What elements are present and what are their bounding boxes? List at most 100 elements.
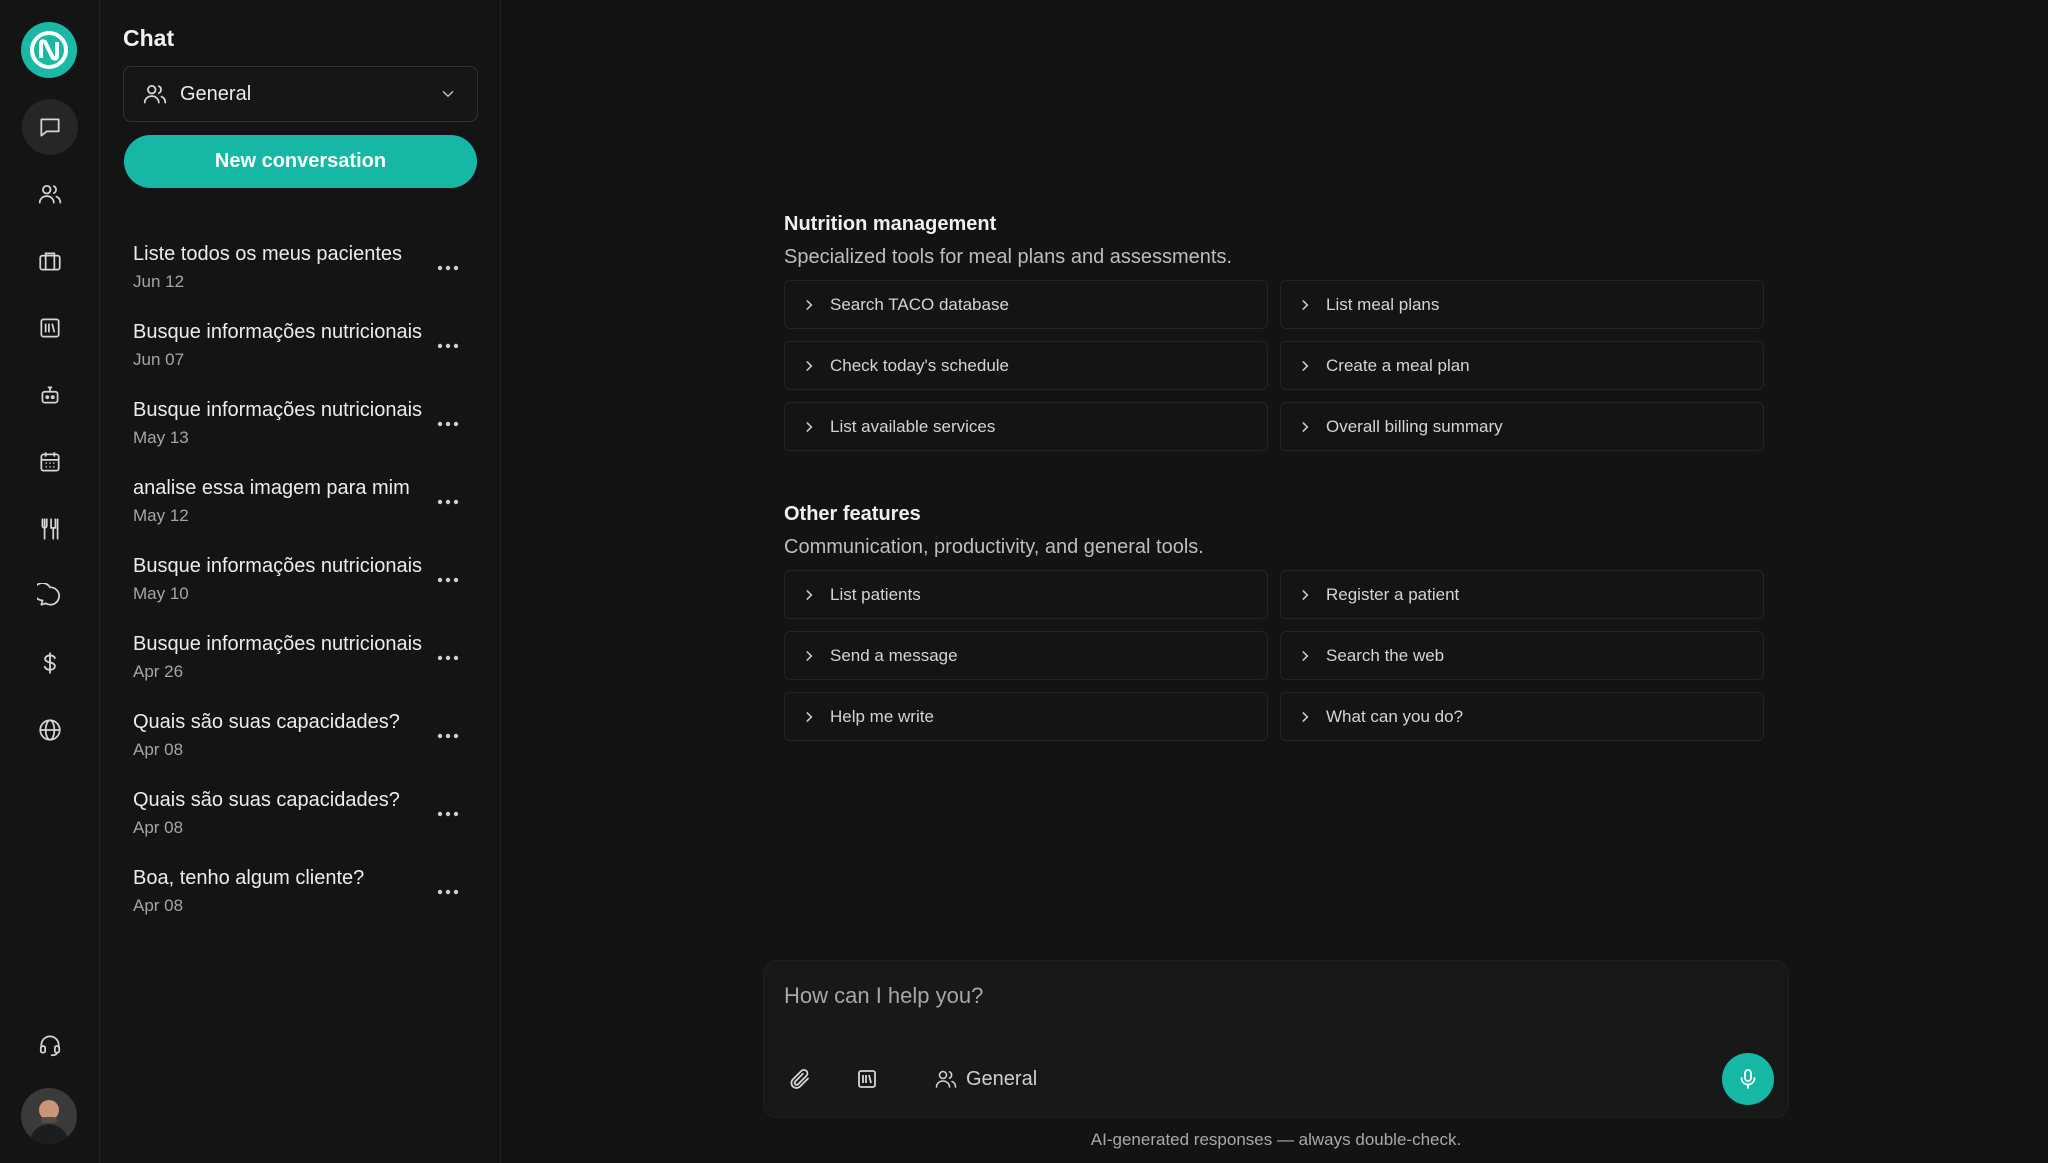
rail-web-button[interactable] bbox=[22, 702, 78, 758]
conversation-date: Apr 08 bbox=[133, 896, 184, 915]
suggestion-label: Create a meal plan bbox=[1326, 355, 1470, 375]
app-logo-icon[interactable] bbox=[21, 22, 77, 78]
ai-disclaimer: AI-generated responses — always double-c… bbox=[1090, 1130, 1462, 1149]
rail-utensils-button[interactable] bbox=[22, 501, 78, 557]
rail-billing-button[interactable] bbox=[22, 635, 78, 691]
suggestion-card[interactable]: Overall billing summary bbox=[1280, 402, 1764, 451]
suggestion-label: Send a message bbox=[830, 645, 958, 665]
globe-icon bbox=[39, 719, 61, 741]
conversation-item[interactable]: Busque informações nutricionais Apr 26 bbox=[123, 624, 478, 702]
suggestion-card[interactable]: Check today's schedule bbox=[784, 341, 1268, 390]
composer-group-selector[interactable]: General bbox=[934, 1059, 1037, 1099]
chevron-right-icon bbox=[806, 299, 813, 310]
conversation-more-button[interactable] bbox=[430, 796, 466, 832]
users-icon bbox=[143, 85, 167, 104]
conversation-more-button[interactable] bbox=[430, 406, 466, 442]
composer-group-label: General bbox=[966, 1067, 1038, 1090]
conversation-title: Liste todos os meus pacientes bbox=[133, 243, 403, 265]
attach-button[interactable] bbox=[780, 1059, 820, 1099]
suggestion-card[interactable]: Register a patient bbox=[1280, 570, 1764, 619]
suggestion-card[interactable]: Create a meal plan bbox=[1280, 341, 1764, 390]
conversation-item[interactable]: analise essa imagem para mim May 12 bbox=[123, 468, 478, 546]
voice-input-button[interactable] bbox=[1722, 1053, 1774, 1105]
user-avatar[interactable] bbox=[21, 1088, 77, 1144]
rail-support-button[interactable] bbox=[22, 1017, 78, 1073]
dollar-icon bbox=[43, 652, 56, 674]
rail-robot-button[interactable] bbox=[22, 367, 78, 423]
chevron-right-icon bbox=[806, 421, 813, 432]
suggestion-label: Search the web bbox=[1326, 645, 1445, 665]
chat-icon bbox=[40, 118, 60, 137]
suggestion-card[interactable]: Send a message bbox=[784, 631, 1268, 680]
conversation-more-button[interactable] bbox=[430, 640, 466, 676]
conversation-more-button[interactable] bbox=[430, 484, 466, 520]
utensils-icon bbox=[41, 518, 59, 540]
suggestion-card[interactable]: List available services bbox=[784, 402, 1268, 451]
more-horizontal-icon bbox=[437, 421, 459, 427]
new-conversation-button[interactable]: New conversation bbox=[124, 135, 477, 188]
suggestion-label: Check today's schedule bbox=[830, 355, 1010, 375]
conversation-item[interactable]: Busque informações nutricionais May 13 bbox=[123, 390, 478, 468]
conversation-date: Jun 12 bbox=[133, 272, 185, 291]
message-input[interactable] bbox=[784, 983, 1764, 1009]
rail-library-button[interactable] bbox=[22, 300, 78, 356]
conversation-more-button[interactable] bbox=[430, 328, 466, 364]
group-select[interactable]: General bbox=[123, 66, 478, 122]
rail-briefcase-button[interactable] bbox=[22, 233, 78, 289]
suggestion-label: What can you do? bbox=[1326, 706, 1464, 726]
chevron-right-icon bbox=[1302, 589, 1309, 600]
suggestion-grid: Search TACO database List meal plans Che… bbox=[784, 280, 1768, 451]
rail-chat-button[interactable] bbox=[22, 99, 78, 155]
conversation-title: Quais são suas capacidades? bbox=[133, 789, 400, 811]
conversation-date: Jun 07 bbox=[133, 350, 185, 369]
conversation-more-button[interactable] bbox=[430, 250, 466, 286]
chevron-right-icon bbox=[806, 360, 813, 371]
suggestion-label: Overall billing summary bbox=[1326, 416, 1503, 436]
conversation-item[interactable]: Busque informações nutricionais Jun 07 bbox=[123, 312, 478, 390]
more-horizontal-icon bbox=[437, 889, 459, 895]
chevron-right-icon bbox=[806, 589, 813, 600]
chevron-right-icon bbox=[1302, 650, 1309, 661]
app-window: Chat General New conversation Liste todo… bbox=[0, 0, 2048, 1163]
more-horizontal-icon bbox=[437, 577, 459, 583]
more-horizontal-icon bbox=[437, 733, 459, 739]
conversation-item[interactable]: Quais são suas capacidades? Apr 08 bbox=[123, 702, 478, 780]
conversation-title: Busque informações nutricionais bbox=[133, 321, 423, 343]
suggestion-card[interactable]: List patients bbox=[784, 570, 1268, 619]
suggestion-card[interactable]: Help me write bbox=[784, 692, 1268, 741]
library-button[interactable] bbox=[847, 1059, 887, 1099]
suggestion-label: Register a patient bbox=[1326, 584, 1460, 604]
nutrition-section: Nutrition management Specialized tools f… bbox=[784, 213, 1768, 451]
conversation-item[interactable]: Busque informações nutricionais May 10 bbox=[123, 546, 478, 624]
microphone-icon bbox=[1740, 1069, 1756, 1089]
robot-icon bbox=[41, 386, 59, 404]
conversation-more-button[interactable] bbox=[430, 874, 466, 910]
conversation-item[interactable]: Liste todos os meus pacientes Jun 12 bbox=[123, 234, 478, 312]
rail-calendar-button[interactable] bbox=[22, 434, 78, 490]
conversation-item[interactable]: Boa, tenho algum cliente? Apr 08 bbox=[123, 858, 478, 936]
conversation-title: Busque informações nutricionais bbox=[133, 633, 423, 655]
conversation-list: Liste todos os meus pacientes Jun 12 Bus… bbox=[123, 234, 478, 936]
suggestion-card[interactable]: What can you do? bbox=[1280, 692, 1764, 741]
conversation-title: Busque informações nutricionais bbox=[133, 399, 423, 421]
message-composer: General bbox=[763, 960, 1789, 1118]
chevron-right-icon bbox=[1302, 360, 1309, 371]
conversation-title: analise essa imagem para mim bbox=[133, 477, 410, 499]
suggestion-label: List available services bbox=[830, 416, 996, 436]
suggestion-label: List patients bbox=[830, 584, 921, 604]
suggestion-grid: List patients Register a patient Send a … bbox=[784, 570, 1768, 741]
sidebar-title: Chat bbox=[123, 25, 175, 51]
users-icon bbox=[38, 185, 62, 204]
rail-users-button[interactable] bbox=[22, 166, 78, 222]
more-horizontal-icon bbox=[437, 343, 459, 349]
conversation-more-button[interactable] bbox=[430, 562, 466, 598]
suggestion-label: Search TACO database bbox=[830, 294, 1009, 314]
conversation-item[interactable]: Quais são suas capacidades? Apr 08 bbox=[123, 780, 478, 858]
suggestion-card[interactable]: Search TACO database bbox=[784, 280, 1268, 329]
suggestion-label: List meal plans bbox=[1326, 294, 1440, 314]
conversation-more-button[interactable] bbox=[430, 718, 466, 754]
suggestion-card[interactable]: List meal plans bbox=[1280, 280, 1764, 329]
rail-message-button[interactable] bbox=[22, 568, 78, 624]
chevron-right-icon bbox=[1302, 421, 1309, 432]
suggestion-card[interactable]: Search the web bbox=[1280, 631, 1764, 680]
